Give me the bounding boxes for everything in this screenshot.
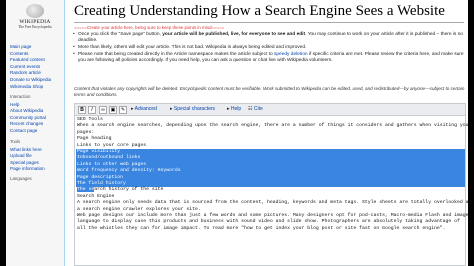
sidebar-item-main-page[interactable]: Main page — [10, 44, 51, 51]
cite-label: Cite — [253, 106, 263, 112]
languages-heading[interactable]: Languages — [10, 176, 32, 183]
logo-subtitle: The Free Encyclopedia — [18, 25, 52, 29]
sidebar-item-contact[interactable]: Contact page — [10, 128, 46, 135]
image-icon[interactable]: ▣ — [109, 106, 117, 114]
globe-icon — [26, 4, 44, 18]
notice-item: • Once you click the "Save page" button,… — [73, 32, 466, 44]
sidebar-item-recent-changes[interactable]: Recent changes — [10, 121, 46, 128]
special-characters-tab[interactable]: ▸ Special characters — [170, 106, 215, 113]
notice-text: Once you click the "Save page" button, — [78, 32, 163, 37]
editor-line: When a search engine searches, depending… — [77, 123, 468, 129]
sidebar-interaction: Interaction Help About Wikipedia Communi… — [10, 94, 46, 135]
bold-button[interactable]: B — [78, 106, 86, 114]
title-divider — [74, 22, 464, 23]
speedy-deletion-link[interactable]: speedy deletion — [274, 52, 308, 57]
notice-heading: =====Create your article here, being sur… — [74, 25, 225, 30]
bullet-icon: • — [73, 32, 75, 37]
sidebar-item-random[interactable]: Random article — [10, 70, 51, 77]
notice-text: More than likely, others will edit your … — [78, 45, 172, 50]
sidebar-item-page-info[interactable]: Page information — [10, 166, 45, 173]
sidebar-item-current-events[interactable]: Current events — [10, 64, 51, 71]
browser-frame: WIKIPEDIA The Free Encyclopedia Main pag… — [6, 0, 468, 266]
notice-bold: your article will be published, live, fo… — [162, 32, 306, 37]
notice-text: Please note that being created directly … — [78, 52, 274, 57]
link-icon[interactable]: ∞ — [99, 106, 107, 114]
sidebar-item-featured[interactable]: Featured content — [10, 57, 51, 64]
signature-icon[interactable]: ✎ — [119, 106, 127, 114]
edit-textarea[interactable]: SEO Tools When a search engine searches, … — [74, 116, 468, 266]
bullet-icon: • — [73, 45, 75, 50]
sidebar-item-shop[interactable]: Wikimedia Shop — [10, 84, 51, 91]
content-area: Creating Understanding How a Search Engi… — [64, 0, 468, 266]
sidebar-item-community[interactable]: Community portal — [10, 115, 46, 122]
license-notice: Content that violates any copyrights wil… — [74, 86, 465, 98]
tools-heading: Tools — [10, 139, 21, 144]
help-label: Help — [230, 106, 242, 112]
sidebar-item-what-links[interactable]: What links here — [10, 147, 45, 154]
sidebar-item-donate[interactable]: Donate to Wikipedia — [10, 77, 51, 84]
notice-text: This is not bad. Wikipedia is always bei… — [171, 45, 307, 50]
sidebar-tools: Tools What links here Upload file Specia… — [10, 139, 45, 173]
special-characters-label: Special characters — [173, 106, 216, 112]
interaction-heading: Interaction — [10, 94, 31, 99]
notice-item: • Please note that being created directl… — [73, 52, 466, 64]
sidebar-item-special-pages[interactable]: Special pages — [10, 160, 45, 167]
bullet-icon: • — [73, 52, 75, 57]
advanced-label: Advanced — [134, 106, 157, 112]
wikipedia-logo[interactable]: WIKIPEDIA The Free Encyclopedia — [10, 4, 60, 32]
notice-item: • More than likely, others will edit you… — [73, 45, 466, 51]
sidebar-languages: Languages — [10, 176, 32, 184]
sidebar-nav: Main page Contents Featured content Curr… — [10, 44, 51, 90]
advanced-tab[interactable]: ▸ Advanced — [131, 106, 157, 113]
sidebar-item-help[interactable]: Help — [10, 102, 46, 109]
sidebar-item-about[interactable]: About Wikipedia — [10, 108, 46, 115]
sidebar-item-contents[interactable]: Contents — [10, 51, 51, 58]
help-tab[interactable]: ▸ Help — [227, 106, 241, 113]
page-title: Creating Understanding How a Search Engi… — [74, 3, 445, 19]
editor-line: all the whistles they can for image impa… — [77, 225, 446, 231]
cite-tab[interactable]: ☷ Cite — [248, 106, 263, 113]
sidebar-item-upload[interactable]: Upload file — [10, 153, 45, 160]
italic-button[interactable]: I — [88, 106, 96, 114]
sidebar: WIKIPEDIA The Free Encyclopedia Main pag… — [6, 0, 64, 266]
editor-toolbar: B I ∞ ▣ ✎ ▸ Advanced ▸ Special character… — [74, 103, 466, 116]
